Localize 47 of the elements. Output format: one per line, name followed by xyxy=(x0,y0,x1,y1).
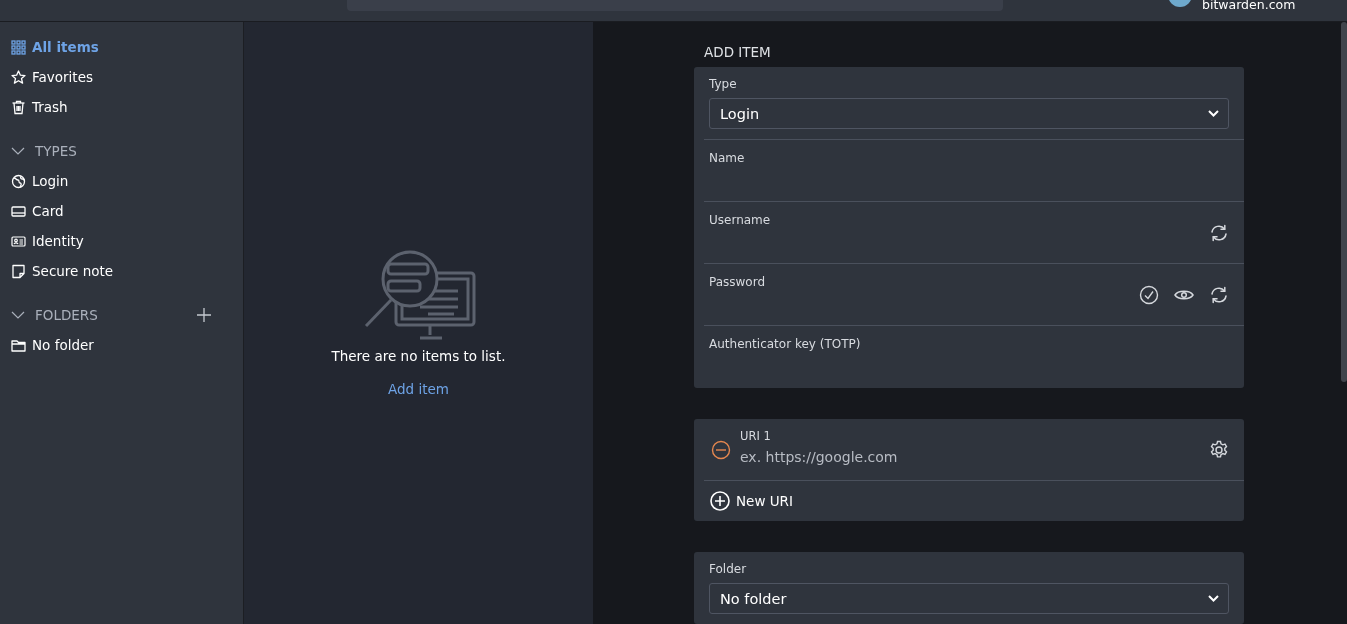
section-heading[interactable]: FOLDERS xyxy=(35,307,98,323)
trash-icon xyxy=(11,99,26,115)
section-heading[interactable]: TYPES xyxy=(35,143,77,159)
id-card-icon xyxy=(11,233,26,249)
folder-select[interactable]: No folder xyxy=(709,583,1229,614)
sidebar-item[interactable]: All items xyxy=(0,32,243,62)
text-field[interactable]: Password xyxy=(704,264,1244,326)
uri-input[interactable]: ex. https://google.com xyxy=(740,448,1100,466)
new-uri-button[interactable]: New URI xyxy=(694,481,793,521)
card-icon xyxy=(11,203,26,219)
refresh-icon[interactable] xyxy=(1209,284,1229,305)
sidebar-item[interactable]: Trash xyxy=(0,92,243,122)
text-field[interactable]: Username xyxy=(704,202,1244,264)
sidebar-item[interactable]: No folder xyxy=(0,330,243,360)
scrollbar[interactable] xyxy=(1341,22,1347,382)
folder-icon xyxy=(11,337,26,353)
field-label: URI 1 xyxy=(740,429,772,443)
type-select[interactable]: Login xyxy=(709,98,1229,129)
field-label: Folder xyxy=(709,562,748,576)
field-label: Name xyxy=(709,151,746,165)
field-label: Username xyxy=(709,213,772,227)
add-item-link[interactable]: Add item xyxy=(388,381,449,397)
note-icon xyxy=(11,263,26,279)
field-label: Type xyxy=(709,77,738,91)
remove-icon[interactable] xyxy=(711,439,731,460)
sidebar-item[interactable]: Secure note xyxy=(0,256,243,286)
refresh-icon[interactable] xyxy=(1209,222,1229,243)
check-circle-icon[interactable] xyxy=(1139,284,1159,305)
text-field[interactable]: Name xyxy=(704,140,1244,202)
grid-icon xyxy=(11,39,26,55)
text-field[interactable]: Authenticator key (TOTP) xyxy=(704,326,1244,388)
account-email: bitwarden.com xyxy=(1202,0,1296,12)
field-label: Authenticator key (TOTP) xyxy=(709,337,862,351)
chevron-down-icon xyxy=(1208,110,1219,117)
sidebar-item[interactable]: Card xyxy=(0,196,243,226)
chevron-down-icon xyxy=(1208,595,1219,602)
sidebar-item[interactable]: Favorites xyxy=(0,62,243,92)
sidebar-item[interactable]: Login xyxy=(0,166,243,196)
field-label: Password xyxy=(709,275,767,289)
settings-icon[interactable] xyxy=(1209,439,1229,460)
form-heading: ADD ITEM xyxy=(703,44,772,60)
star-icon xyxy=(11,69,26,85)
globe-icon xyxy=(11,173,26,189)
add-circle-icon xyxy=(710,491,730,511)
add-icon[interactable] xyxy=(197,308,211,322)
empty-message: There are no items to list. xyxy=(331,348,506,364)
sidebar-item[interactable]: Identity xyxy=(0,226,243,256)
